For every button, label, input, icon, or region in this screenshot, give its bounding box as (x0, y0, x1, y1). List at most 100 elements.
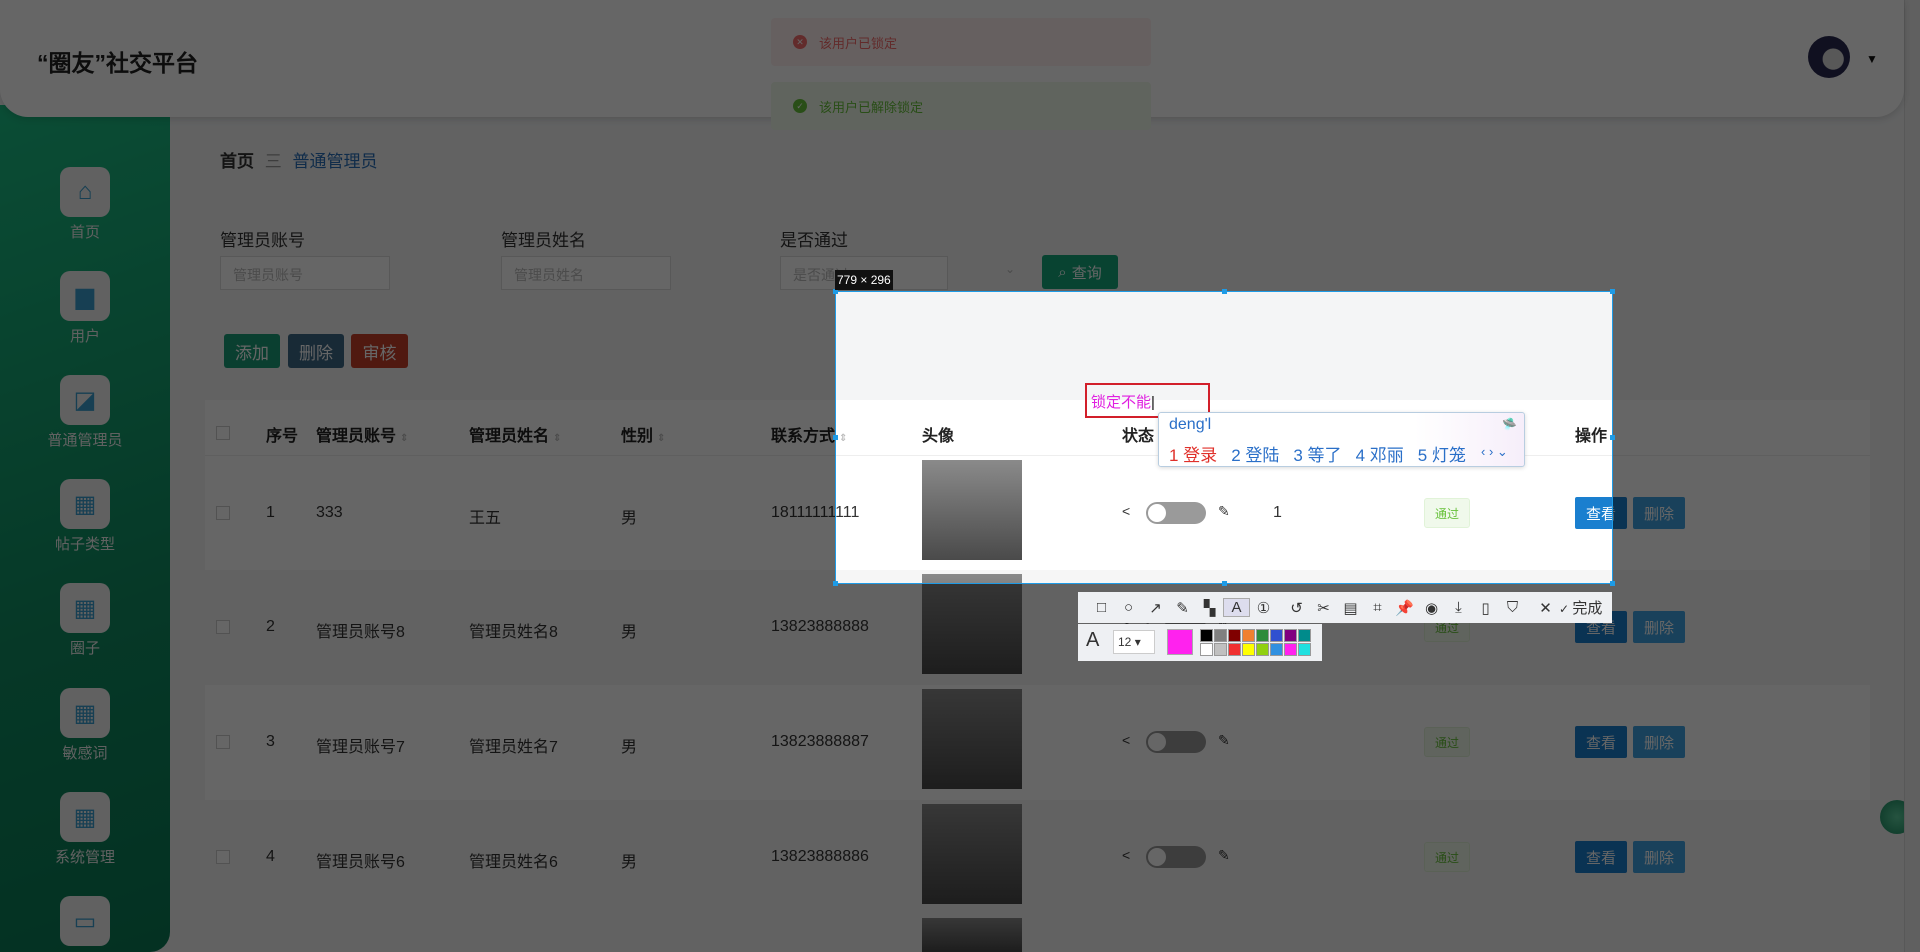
chevron-down-icon[interactable]: ▼ (1866, 52, 1878, 66)
th-name[interactable]: 管理员姓名 ⇕ (469, 422, 561, 446)
add-button[interactable]: 添加 (224, 334, 280, 368)
color-swatch[interactable] (1214, 629, 1227, 642)
color-swatch[interactable] (1256, 643, 1269, 656)
lock-toggle[interactable] (1146, 502, 1206, 524)
color-swatch[interactable] (1228, 643, 1241, 656)
row-checkbox[interactable] (216, 850, 230, 864)
color-swatch[interactable] (1200, 643, 1213, 656)
lock-toggle[interactable] (1146, 731, 1206, 753)
th-account[interactable]: 管理员账号 ⇕ (316, 422, 408, 446)
color-swatch[interactable] (1270, 629, 1283, 642)
edit-icon[interactable]: ✎ (1218, 503, 1230, 520)
color-swatch[interactable] (1298, 629, 1311, 642)
share-icon[interactable]: < (1122, 503, 1130, 519)
edit-icon[interactable]: ✎ (1218, 847, 1230, 864)
view-button[interactable]: 查看 (1575, 726, 1627, 758)
th-phone[interactable]: 联系方式 ⇕ (771, 422, 847, 446)
capture-size-label: 779 × 296 (835, 270, 893, 290)
sidebar-item-admins[interactable]: ◪ 普通管理员 (0, 375, 170, 450)
color-swatch[interactable] (1256, 629, 1269, 642)
view-button[interactable]: 查看 (1575, 841, 1627, 873)
ellipse-tool-icon[interactable]: ○ (1115, 599, 1142, 616)
bookmark-icon[interactable]: ⛉ (1499, 599, 1526, 616)
undo-icon[interactable]: ↺ (1283, 599, 1310, 617)
delete-button[interactable]: 删除 (288, 334, 344, 368)
arrow-tool-icon[interactable]: ↗ (1142, 599, 1169, 617)
color-swatch[interactable] (1270, 643, 1283, 656)
text-style-panel: A 12 ▾ (1078, 624, 1322, 661)
user-avatar[interactable] (1808, 36, 1850, 78)
account-input[interactable]: 管理员账号 (220, 256, 390, 290)
view-button[interactable]: 查看 (1575, 497, 1627, 529)
sidebar-item-label: 敏感词 (62, 745, 108, 762)
sidebar-item-users[interactable]: ▆ 用户 (0, 271, 170, 346)
sidebar-item-label: 圈子 (69, 640, 100, 657)
ime-candidate[interactable]: 1 登录 (1169, 441, 1217, 466)
pin-icon[interactable]: 📌 (1391, 599, 1418, 617)
pencil-tool-icon[interactable]: ✎ (1169, 599, 1196, 617)
row-checkbox[interactable] (216, 620, 230, 634)
th-sex[interactable]: 性别 ⇕ (621, 422, 665, 446)
avatar-image (922, 918, 1022, 952)
sidebar-item-label: 普通管理员 (47, 432, 123, 449)
cut-icon[interactable]: ✂ (1310, 599, 1337, 617)
ime-candidate[interactable]: 4 邓丽 (1356, 441, 1404, 466)
row-delete-button[interactable]: 删除 (1633, 726, 1685, 758)
translate-icon[interactable]: ⌗ (1364, 599, 1391, 616)
ime-skin-icon[interactable]: 🛸 (1502, 417, 1517, 431)
annotation-text: 锁定不能 (1091, 394, 1152, 411)
edit-icon[interactable]: ✎ (1218, 732, 1230, 749)
share-icon[interactable]: < (1122, 732, 1130, 748)
sidebar-item-home[interactable]: ⌂ 首页 (0, 167, 170, 242)
select-all-checkbox[interactable] (216, 426, 230, 440)
close-icon[interactable]: ✕ (1532, 599, 1559, 617)
review-button[interactable]: 审核 (351, 334, 408, 368)
th-seq: 序号 (266, 428, 299, 445)
color-swatch[interactable] (1242, 643, 1255, 656)
color-swatch[interactable] (1214, 643, 1227, 656)
ime-page-arrows[interactable]: ‹ › ⌄ (1481, 444, 1508, 460)
current-color-swatch[interactable] (1167, 629, 1193, 655)
font-size-select[interactable]: 12 ▾ (1113, 630, 1155, 654)
row-checkbox[interactable] (216, 735, 230, 749)
sidebar-item-system[interactable]: ▦ 系统管理 (0, 792, 170, 867)
sidebar-item-circles[interactable]: ▦ 圈子 (0, 583, 170, 658)
ime-candidate[interactable]: 5 灯笼 (1418, 441, 1466, 466)
color-swatch[interactable] (1200, 629, 1213, 642)
cell-account: 333 (316, 504, 343, 521)
share-icon[interactable]: < (1122, 847, 1130, 863)
row-delete-button[interactable]: 删除 (1633, 841, 1685, 873)
text-tool-icon[interactable]: A (1223, 598, 1250, 617)
name-input[interactable]: 管理员姓名 (501, 256, 671, 290)
row-delete-button[interactable]: 删除 (1633, 497, 1685, 529)
color-swatch[interactable] (1228, 629, 1241, 642)
color-swatch[interactable] (1298, 643, 1311, 656)
color-swatch[interactable] (1284, 643, 1297, 656)
ocr-icon[interactable]: ▤ (1337, 599, 1364, 617)
done-button[interactable]: ✓ 完成 (1559, 597, 1602, 618)
sidebar-item-more[interactable]: ▭ (0, 896, 170, 946)
ime-candidate[interactable]: 3 等了 (1293, 441, 1341, 466)
color-swatch[interactable] (1284, 629, 1297, 642)
row-delete-button[interactable]: 删除 (1633, 611, 1685, 643)
rectangle-tool-icon[interactable]: □ (1088, 599, 1115, 616)
th-status: 状态 (1122, 428, 1155, 445)
cell-phone: 13823888887 (771, 733, 869, 750)
ime-candidate[interactable]: 2 登陆 (1231, 441, 1279, 466)
sidebar-item-sensitive-words[interactable]: ▦ 敏感词 (0, 688, 170, 763)
number-tool-icon[interactable]: ① (1250, 599, 1277, 617)
cell-count: 1 (1273, 504, 1282, 521)
cell-seq: 1 (266, 504, 275, 521)
breadcrumb-home[interactable]: 首页 (220, 152, 254, 171)
mosaic-tool-icon[interactable]: ▚ (1196, 599, 1223, 617)
record-icon[interactable]: ◉ (1418, 599, 1445, 617)
lock-toggle[interactable] (1146, 846, 1206, 868)
scrollbar[interactable] (1904, 0, 1920, 952)
avatar-image (922, 460, 1022, 560)
color-swatch[interactable] (1242, 629, 1255, 642)
row-checkbox[interactable] (216, 506, 230, 520)
download-icon[interactable]: ⤓ (1445, 599, 1472, 616)
query-button[interactable]: ⌕ 查询 (1042, 255, 1118, 289)
phone-icon[interactable]: ▯ (1472, 599, 1499, 617)
sidebar-item-post-types[interactable]: ▦ 帖子类型 (0, 479, 170, 554)
